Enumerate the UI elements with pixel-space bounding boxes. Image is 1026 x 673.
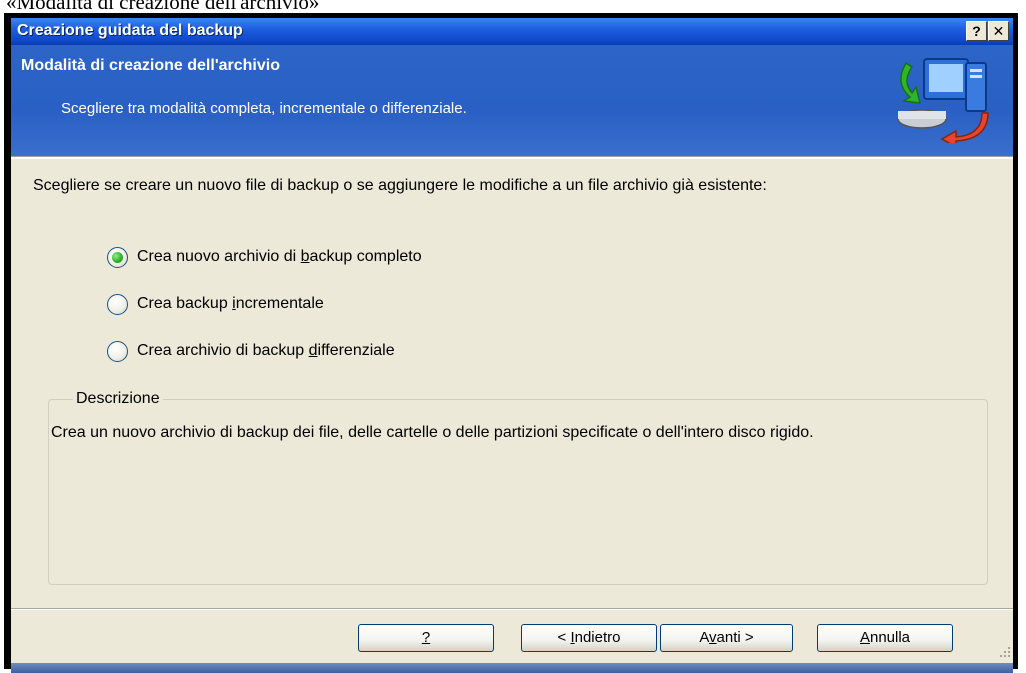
cancel-button[interactable]: Annulla bbox=[817, 624, 953, 652]
radio-full-backup[interactable] bbox=[107, 246, 128, 268]
instruction-text: Scegliere se creare un nuovo file di bac… bbox=[33, 177, 767, 194]
help-title-button[interactable]: ? bbox=[966, 21, 987, 41]
close-title-button[interactable]: ✕ bbox=[988, 21, 1009, 41]
window-title: Creazione guidata del backup bbox=[17, 22, 243, 39]
description-label: Descrizione bbox=[73, 390, 163, 408]
option-differential-backup[interactable]: Crea archivio di backup differenziale bbox=[107, 340, 395, 362]
radio-differential-backup[interactable] bbox=[107, 340, 128, 362]
radio-incremental-backup[interactable] bbox=[107, 293, 128, 315]
option-full-backup[interactable]: Crea nuovo archivio di backup completo bbox=[107, 246, 422, 268]
option-incremental-backup[interactable]: Crea backup incrementale bbox=[107, 293, 324, 315]
title-bar[interactable]: Creazione guidata del backup ? ✕ bbox=[11, 18, 1013, 45]
header-title: Modalità di creazione dell'archivio bbox=[21, 57, 280, 74]
option-label-differential: Crea archivio di backup differenziale bbox=[137, 342, 395, 359]
wizard-header: Modalità di creazione dell'archivio Sceg… bbox=[11, 45, 1013, 156]
wizard-window: Creazione guidata del backup ? ✕ Modalit… bbox=[11, 18, 1013, 665]
header-subtitle: Scegliere tra modalità completa, increme… bbox=[61, 100, 467, 117]
header-separator bbox=[11, 156, 1013, 159]
footer-separator bbox=[11, 608, 1013, 610]
description-text: Crea un nuovo archivio di backup dei fil… bbox=[51, 424, 814, 441]
resize-grip-icon[interactable] bbox=[996, 643, 1012, 659]
taskbar-strip bbox=[11, 663, 1013, 673]
next-button[interactable]: Avanti > bbox=[660, 624, 793, 652]
back-button[interactable]: < Indietro bbox=[521, 624, 657, 652]
help-button[interactable]: ? bbox=[358, 624, 494, 652]
option-label-incremental: Crea backup incrementale bbox=[137, 295, 324, 312]
backup-computer-icon bbox=[897, 58, 989, 143]
option-label-full: Crea nuovo archivio di backup completo bbox=[137, 248, 422, 265]
